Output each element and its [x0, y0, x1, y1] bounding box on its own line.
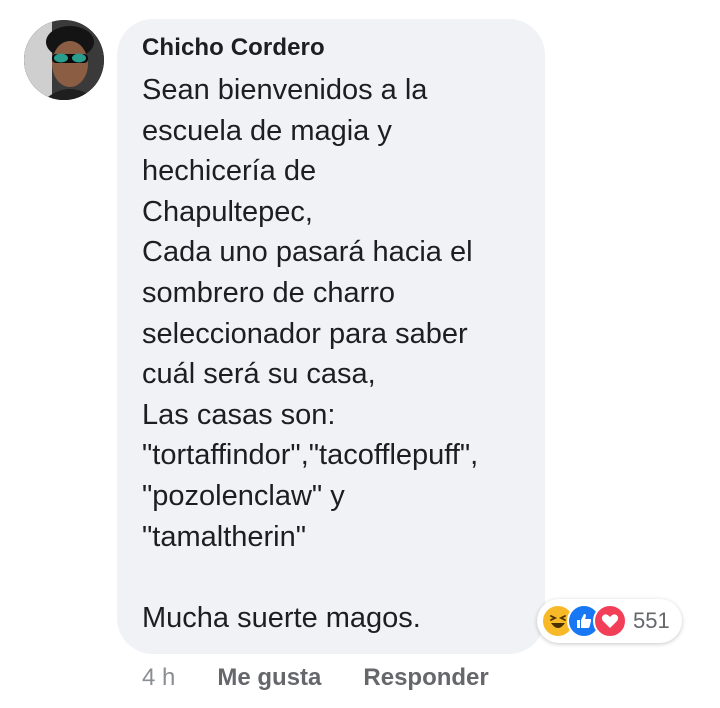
- comment-line: Mucha suerte magos.: [142, 601, 421, 634]
- comment-line: hechicería de: [142, 155, 317, 188]
- comment-line: sombrero de charro: [142, 276, 396, 309]
- comment-author[interactable]: Chicho Cordero: [142, 34, 325, 62]
- comment-line: escuela de magia y: [142, 114, 392, 147]
- comment-line: Chapultepec,: [142, 195, 313, 228]
- comment-text: Sean bienvenidos a la escuela de magia y…: [142, 70, 542, 638]
- comment-line: cuál será su casa,: [142, 358, 376, 391]
- comment-line: "tortaffindor","tacofflepuff",: [142, 439, 479, 472]
- avatar[interactable]: [24, 20, 104, 100]
- reactions-summary[interactable]: 551: [537, 599, 682, 643]
- love-icon: [593, 604, 627, 638]
- reply-button[interactable]: Responder: [363, 664, 488, 692]
- reaction-count: 551: [633, 608, 670, 633]
- comment-actions: 4 h Me gusta Responder: [142, 664, 489, 692]
- comment-line: Sean bienvenidos a la: [142, 74, 428, 106]
- avatar-photo: [24, 20, 104, 100]
- comment-line: [142, 557, 542, 598]
- like-button[interactable]: Me gusta: [217, 664, 321, 692]
- comment-line: Cada uno pasará hacia el: [142, 236, 473, 269]
- comment-timestamp[interactable]: 4 h: [142, 664, 175, 692]
- comment-line: "pozolenclaw" y: [142, 479, 345, 512]
- comment-line: Las casas son:: [142, 398, 336, 431]
- comment-line: seleccionador para saber: [142, 317, 468, 350]
- comment-line: "tamaltherin": [142, 520, 307, 553]
